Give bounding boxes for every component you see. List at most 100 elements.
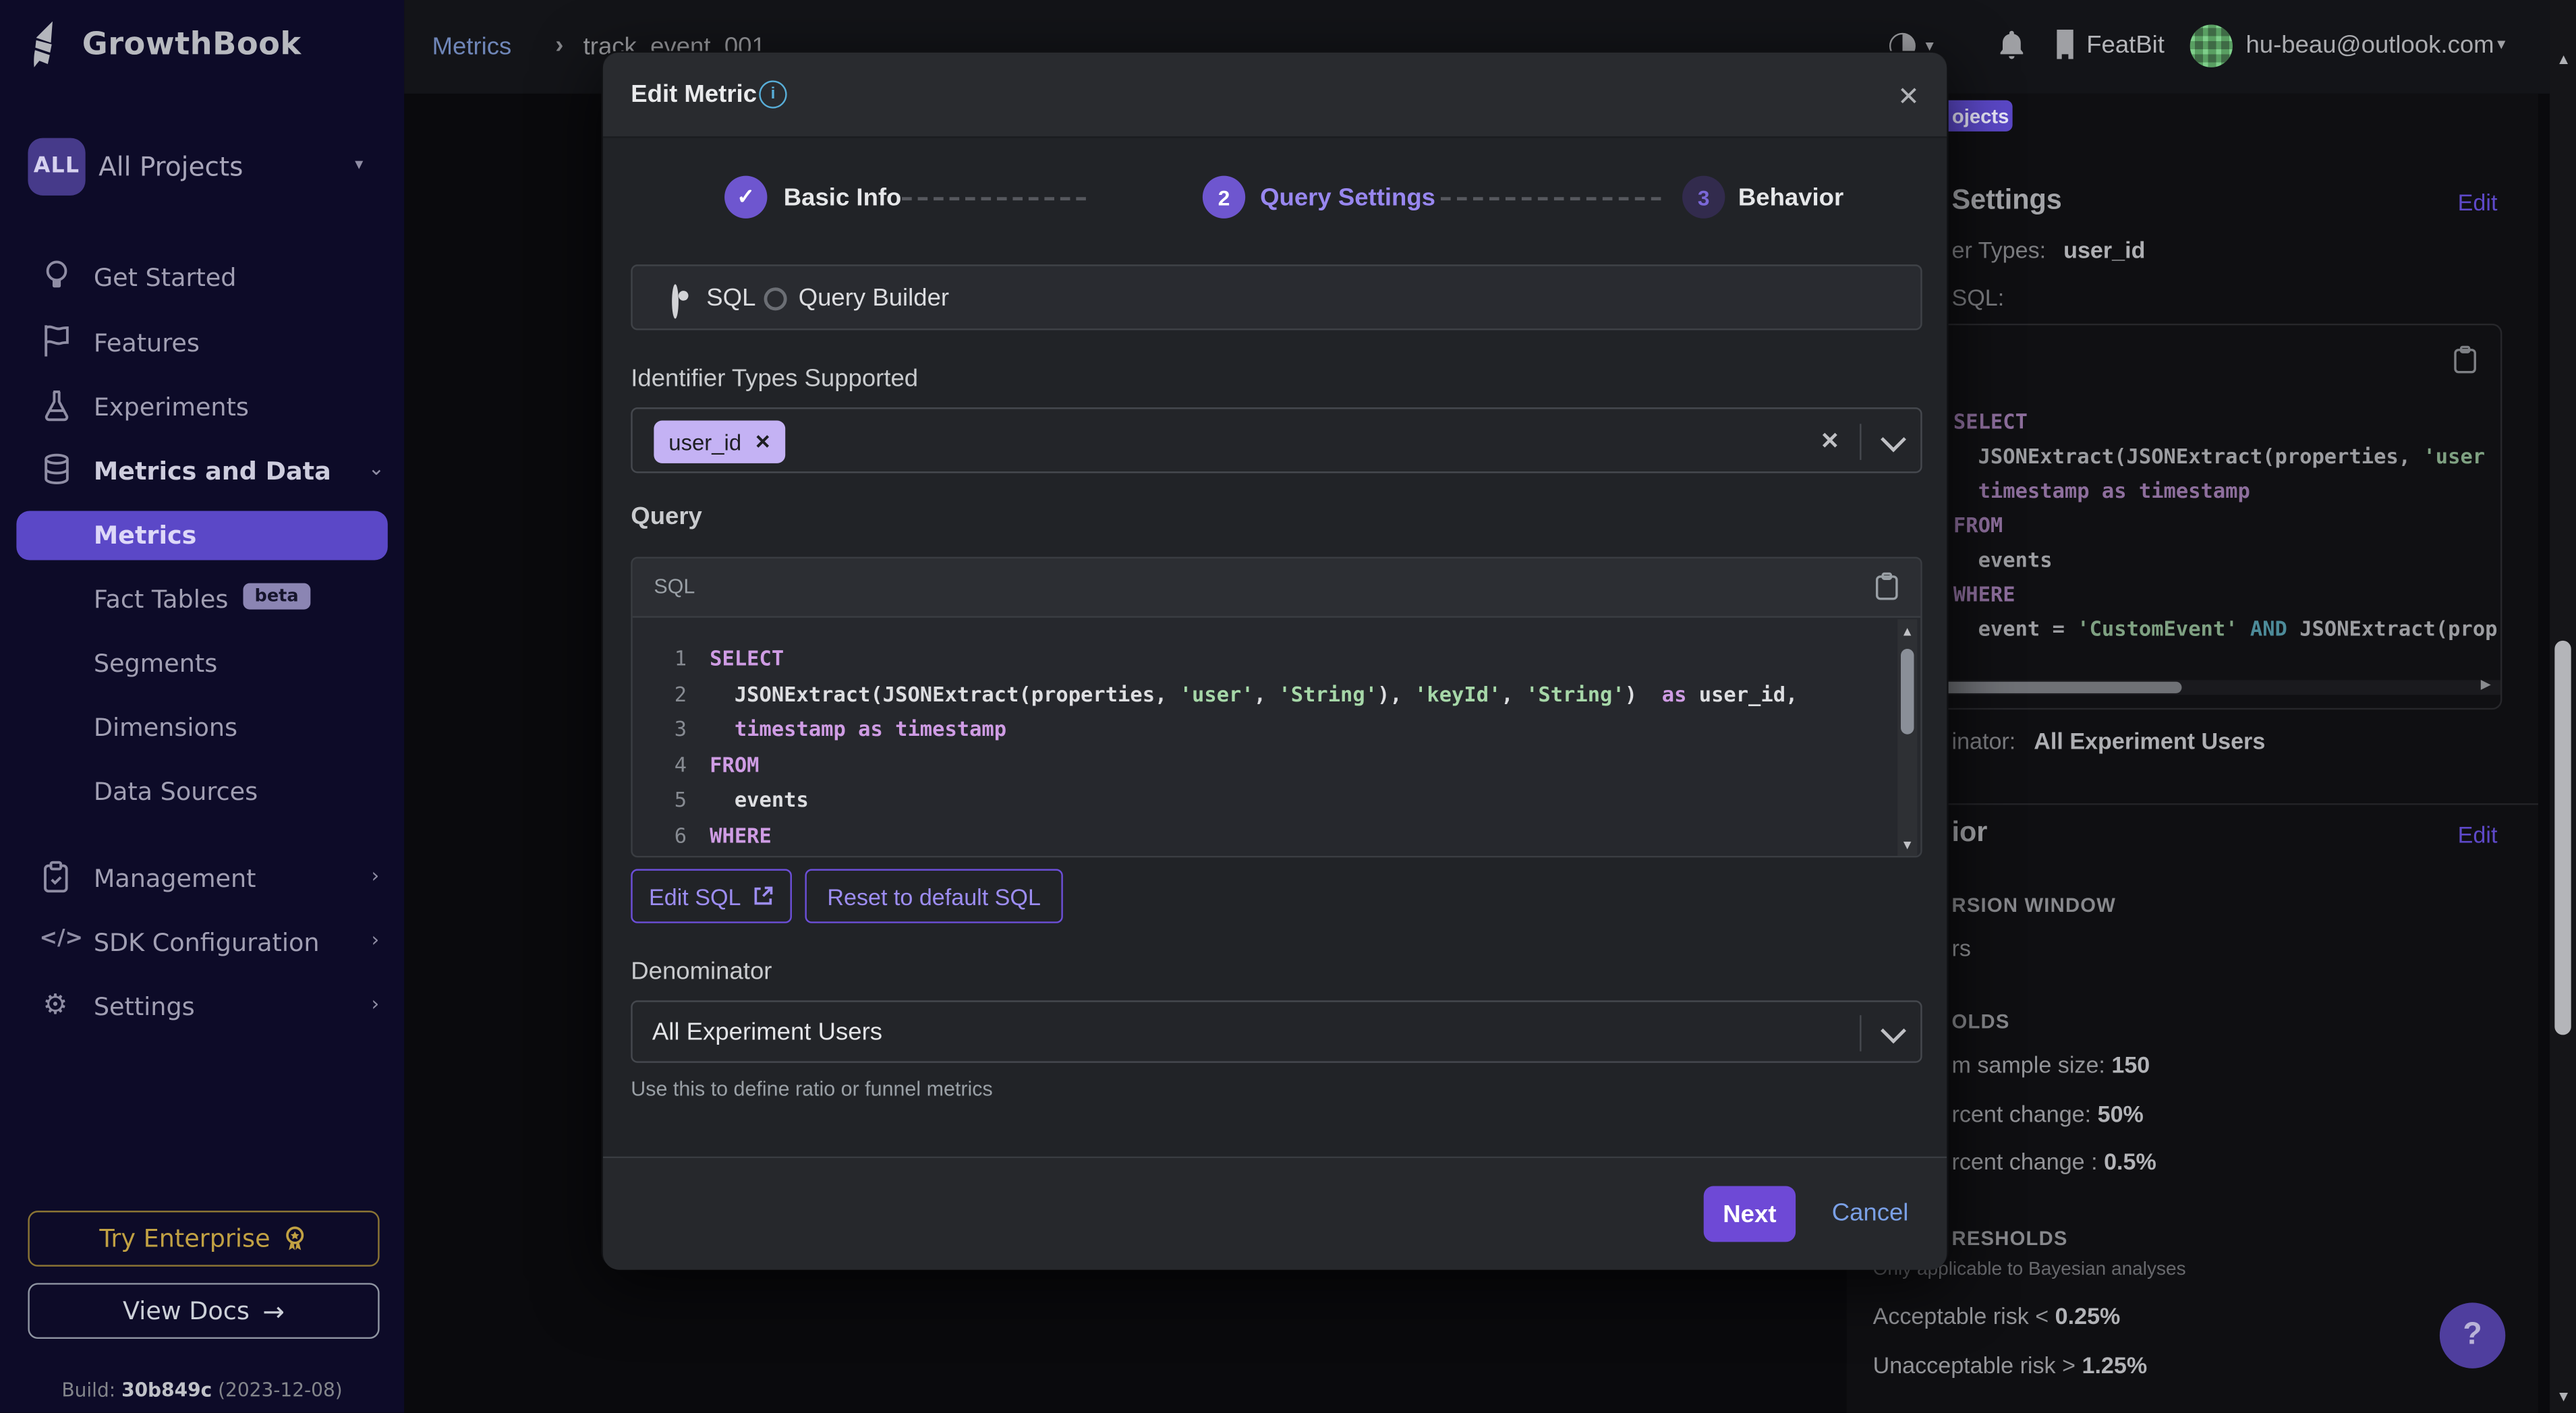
database-icon (42, 453, 70, 486)
sdk-chevron-right-icon[interactable]: › (371, 928, 379, 951)
info-icon[interactable]: i (759, 80, 786, 108)
avatar[interactable] (2190, 25, 2233, 67)
step-3-label[interactable]: Behavior (1738, 184, 1843, 212)
reset-sql-button[interactable]: Reset to default SQL (805, 869, 1062, 923)
try-enterprise-button[interactable]: Try Enterprise (28, 1211, 379, 1267)
min-change-row: rcent change : 0.5% (1951, 1148, 2156, 1174)
chip-remove-icon[interactable]: ✕ (755, 430, 772, 453)
breadcrumb-chevron-icon: › (555, 31, 563, 59)
beta-badge: beta (243, 583, 310, 610)
sample-size-label: m sample size: (1951, 1051, 2111, 1078)
sql-editor-header: SQL (633, 558, 1922, 618)
identifier-types-value: user_id (2063, 237, 2145, 263)
scrollbar-down-icon[interactable]: ▼ (2556, 1388, 2571, 1404)
sidebar-item-experiments[interactable]: Experiments (94, 393, 249, 422)
editor-scrollbar[interactable]: ▲ ▼ (1897, 619, 1917, 857)
step-1-label[interactable]: Basic Info (784, 184, 902, 212)
select-divider (1860, 1015, 1861, 1051)
denominator-preview-label: inator: (1951, 728, 2015, 754)
org-building-icon[interactable] (2054, 30, 2077, 59)
user-email-label[interactable]: hu-beau@outlook.com (2245, 31, 2494, 59)
select-chevron-down-icon[interactable] (1881, 1018, 1906, 1043)
copy-icon[interactable] (1874, 572, 1899, 602)
sidebar-item-sdk-configuration[interactable]: SDK Configuration (94, 928, 320, 958)
identifier-types-select[interactable]: user_id ✕ ✕ (631, 407, 1922, 473)
sql-editor-code[interactable]: 1SELECT2 JSONExtract(JSONExtract(propert… (654, 641, 1798, 853)
sidebar: GrowthBook ALL All Projects ▾ Get Starte… (0, 0, 404, 1413)
sidebar-item-fact-tables[interactable]: Fact Tables (94, 585, 229, 614)
edit-sql-button[interactable]: Edit SQL (631, 869, 792, 923)
max-change-value: 50% (2098, 1101, 2144, 1127)
help-button[interactable]: ? (2440, 1302, 2505, 1368)
scrollbar-up-icon[interactable]: ▲ (2556, 51, 2571, 67)
management-chevron-right-icon[interactable]: › (371, 864, 379, 887)
horizontal-scrollbar[interactable]: ▶ (1942, 680, 2502, 695)
sidebar-item-get-started[interactable]: Get Started (94, 263, 237, 293)
project-badge[interactable]: ALL (28, 138, 85, 196)
page-scrollbar-thumb[interactable] (2554, 641, 2571, 1035)
user-menu-caret-down-icon[interactable]: ▾ (2497, 36, 2505, 55)
sidebar-item-features[interactable]: Features (94, 328, 200, 358)
build-label: Build: (61, 1378, 115, 1401)
horizontal-scrollbar-thumb[interactable] (1942, 682, 2182, 693)
editor-scrollbar-up-icon[interactable]: ▲ (1901, 626, 1914, 639)
edit-metric-modal: Edit Metric i ✕ ✓ Basic Info 2 Query Set… (601, 51, 1948, 1269)
copy-icon[interactable] (2453, 345, 2478, 374)
risk-thresholds-heading: RESHOLDS (1951, 1227, 2067, 1250)
view-docs-button[interactable]: View Docs → (28, 1283, 379, 1339)
sidebar-item-metrics-and-data[interactable]: Metrics and Data (94, 457, 331, 486)
denominator-select[interactable]: All Experiment Users (631, 1000, 1922, 1063)
next-button[interactable]: Next (1704, 1186, 1796, 1242)
close-icon[interactable]: ✕ (1897, 80, 1920, 113)
sql-editor-header-label: SQL (654, 575, 695, 598)
sql-label: SQL: (1951, 284, 2004, 310)
modal-title: Edit Metric (631, 80, 757, 108)
cancel-button[interactable]: Cancel (1832, 1199, 1909, 1227)
sql-radio[interactable] (672, 284, 679, 318)
behavior-edit-link[interactable]: Edit (2458, 821, 2498, 848)
sidebar-item-management[interactable]: Management (94, 864, 256, 894)
try-enterprise-label: Try Enterprise (99, 1224, 270, 1254)
bell-icon[interactable] (1998, 30, 2026, 61)
step-2-circle[interactable]: 2 (1203, 176, 1245, 219)
sidebar-item-data-sources[interactable]: Data Sources (94, 777, 258, 807)
metrics-and-data-chevron-down-icon[interactable]: ⌄ (368, 457, 385, 480)
sidebar-item-settings[interactable]: Settings (94, 992, 195, 1022)
build-date: (2023-12-08) (218, 1378, 343, 1401)
sql-radio-label[interactable]: SQL (706, 284, 755, 312)
step-2-label[interactable]: Query Settings (1260, 184, 1435, 212)
project-selector[interactable]: All Projects (98, 151, 243, 182)
editor-scrollbar-thumb[interactable] (1901, 649, 1914, 734)
sample-size-value: 150 (2111, 1051, 2150, 1078)
sidebar-item-segments[interactable]: Segments (94, 649, 217, 679)
unacceptable-risk-value: 1.25% (2082, 1352, 2147, 1378)
sidebar-item-dimensions[interactable]: Dimensions (94, 713, 237, 743)
select-chevron-down-icon[interactable] (1881, 427, 1906, 453)
denominator-label: Denominator (631, 958, 772, 985)
clear-icon[interactable]: ✕ (1821, 427, 1840, 455)
query-builder-radio-label[interactable]: Query Builder (799, 284, 949, 312)
sidebar-item-metrics[interactable]: Metrics (16, 511, 387, 560)
step-1-circle[interactable]: ✓ (724, 176, 767, 219)
scrollbar-right-icon[interactable]: ▶ (2481, 676, 2491, 691)
denominator-value: All Experiment Users (652, 1018, 882, 1046)
project-tag-badge: ojects (1949, 100, 2013, 132)
query-builder-radio[interactable] (764, 287, 787, 310)
breadcrumb-metrics-link[interactable]: Metrics (432, 33, 512, 61)
query-settings-edit-link[interactable]: Edit (2458, 189, 2498, 215)
step-3-circle[interactable]: 3 (1682, 176, 1725, 219)
acceptable-risk-row: Acceptable risk < 0.25% (1873, 1302, 2121, 1329)
step-connector (902, 197, 1086, 200)
max-change-label: rcent change: (1951, 1101, 2097, 1127)
min-change-value: 0.5% (2104, 1148, 2156, 1174)
lightbulb-icon (42, 260, 70, 293)
identifier-types-label: Identifier Types Supported (631, 365, 918, 393)
sample-size-row: m sample size: 150 (1951, 1051, 2150, 1078)
logo-text[interactable]: GrowthBook (82, 26, 302, 63)
org-name-label[interactable]: FeatBit (2086, 31, 2165, 59)
modal-footer: Next Cancel (603, 1157, 1947, 1270)
editor-scrollbar-down-icon[interactable]: ▼ (1901, 840, 1914, 853)
settings-chevron-right-icon[interactable]: › (371, 992, 379, 1015)
project-caret-down-icon[interactable]: ▾ (355, 156, 363, 174)
query-settings-heading: Settings (1951, 184, 2061, 217)
